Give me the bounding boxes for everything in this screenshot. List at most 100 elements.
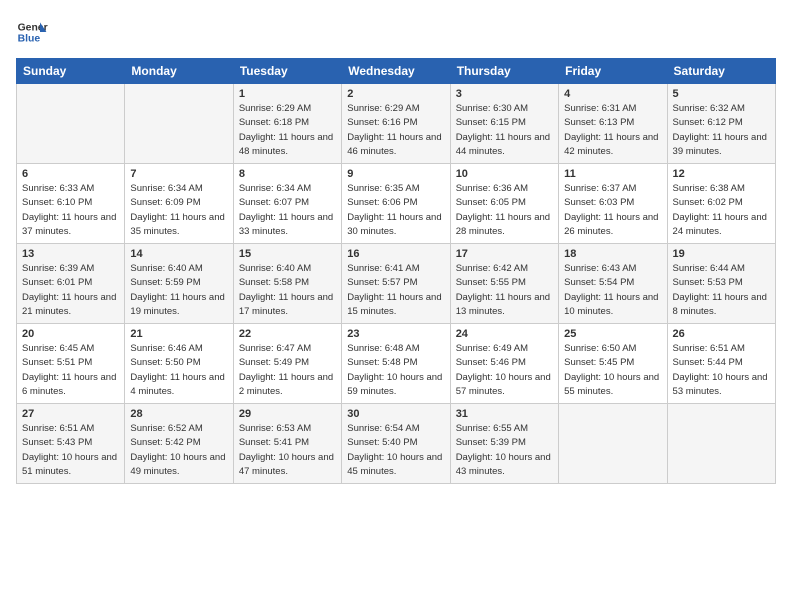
weekday-header: Friday <box>559 59 667 84</box>
day-number: 10 <box>456 168 553 180</box>
sunrise-text: Sunrise: 6:33 AM <box>22 183 94 194</box>
day-number: 7 <box>130 168 227 180</box>
sunset-text: Sunset: 5:55 PM <box>456 277 526 288</box>
calendar-cell: 26Sunrise: 6:51 AMSunset: 5:44 PMDayligh… <box>667 324 775 404</box>
sunset-text: Sunset: 6:09 PM <box>130 197 200 208</box>
day-number: 27 <box>22 408 119 420</box>
weekday-header: Monday <box>125 59 233 84</box>
sunset-text: Sunset: 5:44 PM <box>673 357 743 368</box>
day-number: 29 <box>239 408 336 420</box>
daylight-text: Daylight: 11 hours and 10 minutes. <box>564 292 658 317</box>
sunrise-text: Sunrise: 6:35 AM <box>347 183 419 194</box>
sunrise-text: Sunrise: 6:52 AM <box>130 423 202 434</box>
sunrise-text: Sunrise: 6:45 AM <box>22 343 94 354</box>
sunset-text: Sunset: 6:10 PM <box>22 197 92 208</box>
header-row: SundayMondayTuesdayWednesdayThursdayFrid… <box>17 59 776 84</box>
day-info: Sunrise: 6:32 AMSunset: 6:12 PMDaylight:… <box>673 102 770 159</box>
calendar-week-row: 6 Sunrise: 6:33 AM Sunset: 6:10 PM Daylight… <box>17 164 776 244</box>
sunset-text: Sunset: 5:48 PM <box>347 357 417 368</box>
day-info: Sunrise: 6:40 AMSunset: 5:59 PMDaylight:… <box>130 262 227 319</box>
day-number: 16 <box>347 248 444 260</box>
daylight-text: Daylight: 10 hours and 59 minutes. <box>347 372 442 397</box>
sunset-text: Sunset: 5:59 PM <box>130 277 200 288</box>
calendar-cell: 10Sunrise: 6:36 AMSunset: 6:05 PMDayligh… <box>450 164 558 244</box>
day-number: 21 <box>130 328 227 340</box>
sunset-text: Sunset: 5:43 PM <box>22 437 92 448</box>
sunset-text: Sunset: 6:15 PM <box>456 117 526 128</box>
day-number: 20 <box>22 328 119 340</box>
daylight-text: Daylight: 11 hours and 39 minutes. <box>673 132 767 157</box>
calendar-cell: 30Sunrise: 6:54 AMSunset: 5:40 PMDayligh… <box>342 404 450 484</box>
daylight-text: Daylight: 11 hours and 15 minutes. <box>347 292 441 317</box>
calendar-cell: 7Sunrise: 6:34 AMSunset: 6:09 PMDaylight… <box>125 164 233 244</box>
sunrise-text: Sunrise: 6:37 AM <box>564 183 636 194</box>
day-info: Sunrise: 6:50 AMSunset: 5:45 PMDaylight:… <box>564 342 661 399</box>
weekday-header: Saturday <box>667 59 775 84</box>
day-info: Sunrise: 6:38 AMSunset: 6:02 PMDaylight:… <box>673 182 770 239</box>
calendar-cell: 8Sunrise: 6:34 AMSunset: 6:07 PMDaylight… <box>233 164 341 244</box>
calendar-cell: 13Sunrise: 6:39 AMSunset: 6:01 PMDayligh… <box>17 244 125 324</box>
sunrise-text: Sunrise: 6:54 AM <box>347 423 419 434</box>
day-info: Sunrise: 6:51 AMSunset: 5:43 PMDaylight:… <box>22 422 119 479</box>
sunrise-text: Sunrise: 6:40 AM <box>130 263 202 274</box>
sunset-text: Sunset: 5:39 PM <box>456 437 526 448</box>
logo-icon: General Blue <box>16 16 48 48</box>
day-info: Sunrise: 6:55 AMSunset: 5:39 PMDaylight:… <box>456 422 553 479</box>
calendar-week-row: 20Sunrise: 6:45 AMSunset: 5:51 PMDayligh… <box>17 324 776 404</box>
daylight-text: Daylight: 11 hours and 8 minutes. <box>673 292 767 317</box>
svg-text:Blue: Blue <box>18 34 41 45</box>
sunset-text: Sunset: 5:57 PM <box>347 277 417 288</box>
day-info: Sunrise: 6:42 AMSunset: 5:55 PMDaylight:… <box>456 262 553 319</box>
daylight-text: Daylight: 11 hours and 6 minutes. <box>22 372 116 397</box>
calendar-cell: 1Sunrise: 6:29 AMSunset: 6:18 PMDaylight… <box>233 84 341 164</box>
sunset-text: Sunset: 5:40 PM <box>347 437 417 448</box>
day-info: Sunrise: 6:35 AMSunset: 6:06 PMDaylight:… <box>347 182 444 239</box>
sunrise-text: Sunrise: 6:47 AM <box>239 343 311 354</box>
calendar-cell <box>559 404 667 484</box>
day-info: Sunrise: 6:47 AMSunset: 5:49 PMDaylight:… <box>239 342 336 399</box>
sunset-text: Sunset: 6:07 PM <box>239 197 309 208</box>
day-number: 4 <box>564 88 661 100</box>
calendar-cell: 24Sunrise: 6:49 AMSunset: 5:46 PMDayligh… <box>450 324 558 404</box>
daylight-text: Daylight: 10 hours and 57 minutes. <box>456 372 551 397</box>
calendar-container: General Blue SundayMondayTuesdayWednesda… <box>0 0 792 612</box>
calendar-cell: 19Sunrise: 6:44 AMSunset: 5:53 PMDayligh… <box>667 244 775 324</box>
calendar-cell: 25Sunrise: 6:50 AMSunset: 5:45 PMDayligh… <box>559 324 667 404</box>
calendar-cell: 28Sunrise: 6:52 AMSunset: 5:42 PMDayligh… <box>125 404 233 484</box>
calendar-cell <box>667 404 775 484</box>
day-number: 12 <box>673 168 770 180</box>
sunset-text: Sunset: 5:41 PM <box>239 437 309 448</box>
day-info: Sunrise: 6:29 AMSunset: 6:18 PMDaylight:… <box>239 102 336 159</box>
day-number: 3 <box>456 88 553 100</box>
sunrise-text: Sunrise: 6:29 AM <box>347 103 419 114</box>
daylight-text: Daylight: 11 hours and 24 minutes. <box>673 212 767 237</box>
calendar-week-row: 27 Sunrise: 6:51 AMSunset: 5:43 PMDayligh… <box>17 404 776 484</box>
day-info: Sunrise: 6:34 AMSunset: 6:07 PMDaylight:… <box>239 182 336 239</box>
calendar-cell: 27 Sunrise: 6:51 AMSunset: 5:43 PMDayligh… <box>17 404 125 484</box>
weekday-header: Sunday <box>17 59 125 84</box>
daylight-text: Daylight: 10 hours and 49 minutes. <box>130 452 225 477</box>
calendar-cell: 4Sunrise: 6:31 AMSunset: 6:13 PMDaylight… <box>559 84 667 164</box>
calendar-cell <box>125 84 233 164</box>
day-number: 6 <box>22 168 119 180</box>
calendar-cell: 21Sunrise: 6:46 AMSunset: 5:50 PMDayligh… <box>125 324 233 404</box>
calendar-body: 1Sunrise: 6:29 AMSunset: 6:18 PMDaylight… <box>17 84 776 484</box>
day-number: 26 <box>673 328 770 340</box>
calendar-table: SundayMondayTuesdayWednesdayThursdayFrid… <box>16 58 776 484</box>
sunrise-text: Sunrise: 6:29 AM <box>239 103 311 114</box>
daylight-text: Daylight: 11 hours and 2 minutes. <box>239 372 333 397</box>
calendar-cell: 5Sunrise: 6:32 AMSunset: 6:12 PMDaylight… <box>667 84 775 164</box>
day-info: Sunrise: 6:41 AMSunset: 5:57 PMDaylight:… <box>347 262 444 319</box>
daylight-text: Daylight: 10 hours and 53 minutes. <box>673 372 768 397</box>
day-info: Sunrise: 6:29 AMSunset: 6:16 PMDaylight:… <box>347 102 444 159</box>
calendar-cell: 14Sunrise: 6:40 AMSunset: 5:59 PMDayligh… <box>125 244 233 324</box>
daylight-text: Daylight: 10 hours and 47 minutes. <box>239 452 334 477</box>
sunrise-text: Sunrise: 6:43 AM <box>564 263 636 274</box>
calendar-cell: 20Sunrise: 6:45 AMSunset: 5:51 PMDayligh… <box>17 324 125 404</box>
sunrise-text: Sunrise: 6:55 AM <box>456 423 528 434</box>
calendar-cell <box>17 84 125 164</box>
sunset-text: Sunset: 6:16 PM <box>347 117 417 128</box>
day-info: Sunrise: 6:48 AMSunset: 5:48 PMDaylight:… <box>347 342 444 399</box>
day-number: 11 <box>564 168 661 180</box>
calendar-cell: 3Sunrise: 6:30 AMSunset: 6:15 PMDaylight… <box>450 84 558 164</box>
